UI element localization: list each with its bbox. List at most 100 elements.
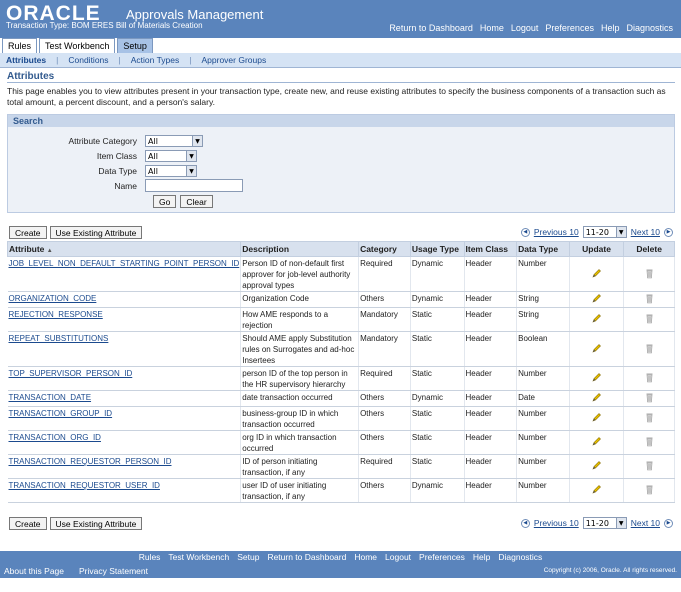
trash-icon[interactable] — [644, 461, 655, 473]
search-header: Search — [8, 115, 674, 127]
next-page-icon[interactable]: ▶ — [664, 227, 673, 237]
footer-link-return-to-dashboard[interactable]: Return to Dashboard — [267, 552, 346, 562]
attribute-link[interactable]: ORGANIZATION_CODE — [9, 294, 97, 303]
use-existing-attribute-button[interactable]: Use Existing Attribute — [49, 517, 143, 530]
trash-icon[interactable] — [644, 269, 655, 281]
tab-setup[interactable]: Setup — [117, 38, 153, 53]
clear-button[interactable]: Clear — [180, 195, 213, 208]
main-tabs: Rules Test Workbench Setup — [2, 38, 153, 53]
page-range-select[interactable]: 11-20 ▼ — [582, 226, 627, 238]
create-button[interactable]: Create — [9, 226, 47, 239]
global-links: Return to Dashboard Home Logout Preferen… — [389, 23, 673, 33]
trash-icon[interactable] — [644, 485, 655, 497]
previous-page-icon[interactable]: ◀ — [520, 227, 530, 237]
description-cell: Organization Code — [240, 291, 360, 308]
attribute-cell: TOP_SUPERVISOR_PERSON_ID — [7, 366, 242, 391]
pencil-icon[interactable] — [591, 268, 602, 281]
footer-link-home[interactable]: Home — [354, 552, 377, 562]
about-this-page-link[interactable]: About this Page — [4, 566, 64, 576]
pencil-icon[interactable] — [591, 461, 602, 473]
name-input[interactable] — [145, 179, 243, 192]
pencil-icon[interactable] — [591, 413, 602, 425]
page-range-value: 11-20 — [585, 518, 609, 528]
pencil-icon[interactable] — [591, 373, 602, 385]
item-class-cell: Header — [464, 307, 518, 332]
item-class-select[interactable]: All ▼ — [145, 150, 197, 162]
data-type-select[interactable]: All ▼ — [145, 165, 197, 177]
item-class-cell: Header — [464, 406, 518, 431]
subtab-attributes[interactable]: Attributes — [6, 55, 46, 65]
category-cell: Others — [358, 430, 411, 455]
data-type-value: All — [148, 166, 158, 176]
footer-link-help[interactable]: Help — [473, 552, 490, 562]
data-type-cell: Number — [516, 366, 570, 391]
attribute-link[interactable]: REJECTION_RESPONSE — [9, 310, 103, 319]
previous-page-icon[interactable]: ◀ — [520, 518, 530, 528]
trash-icon[interactable] — [644, 314, 655, 326]
diagnostics-link[interactable]: Diagnostics — [626, 23, 673, 33]
delete-cell — [623, 478, 675, 503]
return-to-dashboard-link[interactable]: Return to Dashboard — [389, 23, 473, 33]
logout-link[interactable]: Logout — [511, 23, 539, 33]
previous-10-link[interactable]: Previous 10 — [534, 518, 579, 528]
attribute-link[interactable]: REPEAT_SUBSTITUTIONS — [9, 334, 109, 343]
footer-link-preferences[interactable]: Preferences — [419, 552, 465, 562]
copyright-text: Copyright (c) 2006, Oracle. All rights r… — [543, 567, 677, 574]
footer-link-setup[interactable]: Setup — [237, 552, 259, 562]
attribute-cell: TRANSACTION_REQUESTOR_USER_ID — [7, 478, 242, 503]
footer-link-rules[interactable]: Rules — [139, 552, 161, 562]
footer-link-logout[interactable]: Logout — [385, 552, 411, 562]
pencil-icon[interactable] — [591, 314, 602, 326]
go-button[interactable]: Go — [153, 195, 177, 208]
pencil-icon[interactable] — [591, 393, 602, 405]
subtab-approver-groups[interactable]: Approver Groups — [201, 55, 266, 65]
attribute-link[interactable]: JOB_LEVEL_NON_DEFAULT_STARTING_POINT_PER… — [9, 259, 240, 268]
pencil-icon[interactable] — [591, 437, 602, 449]
subtab-action-types[interactable]: Action Types — [131, 55, 180, 65]
column-label: Attribute — [9, 244, 45, 254]
pencil-icon[interactable] — [591, 485, 602, 497]
column-header-description: Description — [240, 241, 360, 257]
trash-icon[interactable] — [644, 373, 655, 385]
attribute-category-select[interactable]: All ▼ — [145, 135, 203, 147]
page-range-select[interactable]: 11-20 ▼ — [582, 517, 627, 529]
pencil-icon[interactable] — [591, 294, 602, 306]
preferences-link[interactable]: Preferences — [545, 23, 594, 33]
attribute-link[interactable]: TRANSACTION_ORG_ID — [9, 433, 101, 442]
trash-icon[interactable] — [644, 413, 655, 425]
footer-link-diagnostics[interactable]: Diagnostics — [498, 552, 542, 562]
chevron-down-icon: ▼ — [186, 166, 196, 176]
attribute-link[interactable]: TOP_SUPERVISOR_PERSON_ID — [9, 369, 133, 378]
tab-rules[interactable]: Rules — [2, 38, 38, 53]
next-10-link[interactable]: Next 10 — [631, 227, 660, 237]
attribute-link[interactable]: TRANSACTION_REQUESTOR_USER_ID — [9, 481, 160, 490]
column-header-attribute[interactable]: Attribute ▲ — [6, 241, 242, 257]
attribute-link[interactable]: TRANSACTION_GROUP_ID — [9, 409, 113, 418]
sub-navigation: Attributes | Conditions | Action Types |… — [0, 53, 681, 68]
pencil-icon[interactable] — [591, 343, 602, 356]
previous-10-link[interactable]: Previous 10 — [534, 227, 579, 237]
next-10-link[interactable]: Next 10 — [631, 518, 660, 528]
tab-test-workbench[interactable]: Test Workbench — [39, 38, 116, 53]
trash-icon[interactable] — [644, 437, 655, 449]
attribute-link[interactable]: TRANSACTION_DATE — [9, 393, 92, 402]
table-row: REPEAT_SUBSTITUTIONS Should AME apply Sub… — [7, 331, 675, 367]
next-page-icon[interactable]: ▶ — [664, 518, 673, 528]
trash-icon[interactable] — [644, 344, 655, 356]
trash-icon[interactable] — [644, 393, 655, 405]
privacy-statement-link[interactable]: Privacy Statement — [79, 566, 148, 576]
subtab-conditions[interactable]: Conditions — [68, 55, 108, 65]
footer-link-test-workbench[interactable]: Test Workbench — [168, 552, 229, 562]
home-link[interactable]: Home — [480, 23, 504, 33]
use-existing-attribute-button[interactable]: Use Existing Attribute — [49, 226, 143, 239]
usage-type-cell: Static — [410, 406, 465, 431]
trash-icon[interactable] — [644, 294, 655, 306]
description-cell: How AME responds to a rejection — [240, 307, 360, 332]
attribute-link[interactable]: TRANSACTION_REQUESTOR_PERSON_ID — [9, 457, 172, 466]
item-class-cell: Header — [464, 291, 518, 308]
update-cell — [569, 430, 625, 455]
attribute-category-value: All — [148, 136, 158, 146]
create-button[interactable]: Create — [9, 517, 47, 530]
help-link[interactable]: Help — [601, 23, 620, 33]
table-row: TRANSACTION_GROUP_ID business-group ID in… — [7, 406, 675, 431]
